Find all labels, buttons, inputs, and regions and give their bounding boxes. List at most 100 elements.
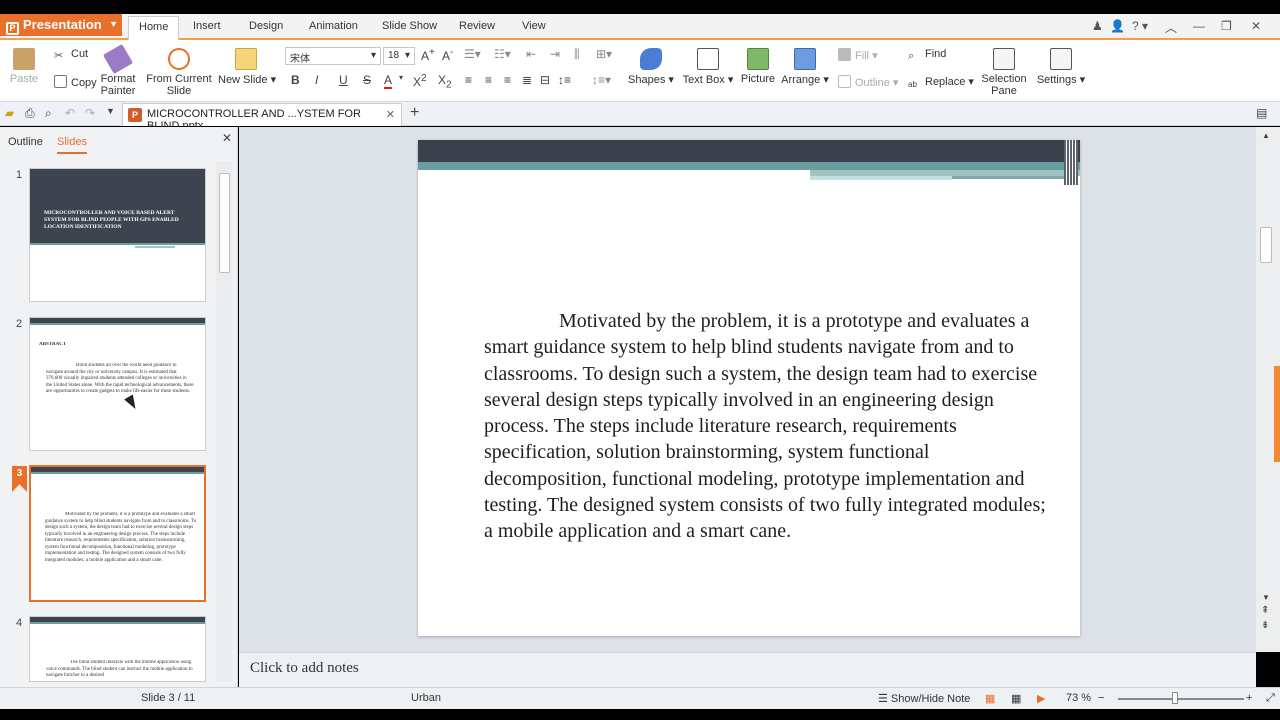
close-tab-icon[interactable]: ✕ bbox=[386, 108, 395, 121]
account-icon[interactable]: 👤 bbox=[1110, 19, 1125, 33]
open-folder-icon[interactable]: ▰ bbox=[5, 106, 14, 120]
tab-view[interactable]: View bbox=[522, 20, 546, 32]
font-size-select[interactable]: 18 ▾ bbox=[383, 47, 415, 65]
scroll-down-icon[interactable]: ▼ bbox=[1262, 593, 1270, 602]
notes-pane[interactable]: Click to add notes bbox=[239, 652, 1256, 687]
tab-slide-show[interactable]: Slide Show bbox=[382, 20, 437, 32]
line-spacing-icon[interactable]: ↕≡ bbox=[558, 73, 571, 87]
zoom-slider-thumb[interactable] bbox=[1172, 692, 1178, 704]
columns-icon[interactable]: ⫼ bbox=[574, 47, 580, 62]
align-center-icon[interactable]: ≡ bbox=[485, 73, 492, 87]
picture-button[interactable]: Picture bbox=[740, 48, 776, 85]
paste-button[interactable]: Paste bbox=[8, 48, 40, 85]
text-direction-icon[interactable]: ⊞▾ bbox=[596, 47, 612, 61]
tab-home[interactable]: Home bbox=[128, 16, 180, 42]
align-right-icon[interactable]: ≡ bbox=[504, 73, 511, 87]
new-slide-label: New Slide bbox=[218, 74, 268, 86]
slide-body-text[interactable]: Motivated by the problem, it is a protot… bbox=[484, 308, 1054, 545]
slide-thumbnail-2[interactable]: ABSTRACT Blind students all over the wor… bbox=[29, 317, 206, 451]
tab-animation[interactable]: Animation bbox=[309, 20, 358, 32]
previous-slide-icon[interactable]: ⇞ bbox=[1261, 605, 1269, 616]
numbering-icon[interactable]: ☷▾ bbox=[494, 47, 511, 61]
slide-sorter-icon[interactable]: ▦ bbox=[1011, 692, 1021, 705]
close-icon[interactable]: ✕ bbox=[1251, 19, 1261, 33]
slide-thumbnail-4[interactable]: The blind student interacts with the mob… bbox=[29, 616, 206, 682]
new-tab-icon[interactable]: + bbox=[410, 104, 419, 122]
fill-button[interactable]: Fill ▾ bbox=[838, 48, 878, 62]
collapse-ribbon-icon[interactable]: ︿ bbox=[1165, 19, 1177, 36]
cut-button[interactable]: ✂ Cut bbox=[54, 48, 88, 62]
tab-outline[interactable]: Outline bbox=[8, 136, 43, 148]
format-painter-button[interactable]: Format Painter bbox=[98, 43, 138, 97]
next-slide-icon[interactable]: ⇟ bbox=[1261, 620, 1269, 631]
slide-header-bar bbox=[418, 140, 1080, 162]
fit-slide-icon[interactable]: ⤢ bbox=[1266, 692, 1275, 705]
minimize-icon[interactable]: — bbox=[1193, 19, 1205, 33]
document-tab[interactable]: P MICROCONTROLLER AND ...YSTEM FOR BLIND… bbox=[122, 103, 402, 132]
help-button[interactable]: ? ▾ bbox=[1132, 19, 1148, 33]
play-slide-icon bbox=[168, 48, 190, 70]
slide-thumbnail-3[interactable]: Motivated by the problem, it is a protot… bbox=[29, 465, 206, 602]
bullets-icon[interactable]: ☰▾ bbox=[464, 47, 481, 61]
side-panel-toggle[interactable] bbox=[1274, 366, 1280, 462]
superscript-icon[interactable]: X2 bbox=[413, 73, 427, 89]
strikethrough-icon[interactable]: S bbox=[363, 73, 371, 87]
shapes-button[interactable]: Shapes ▾ bbox=[628, 48, 674, 86]
shrink-font-icon[interactable]: A- bbox=[442, 47, 453, 63]
zoom-in-icon[interactable]: + bbox=[1246, 692, 1252, 704]
zoom-out-icon[interactable]: − bbox=[1098, 692, 1104, 704]
paragraph-spacing-icon[interactable]: ↕≡▾ bbox=[592, 73, 611, 87]
app-menu-button[interactable]: P Presentation ▼ bbox=[0, 14, 122, 36]
grow-font-icon[interactable]: A+ bbox=[421, 47, 435, 63]
outline-label: Outline bbox=[855, 77, 890, 89]
align-left-icon[interactable]: ≡ bbox=[465, 73, 472, 87]
slide-editor[interactable]: Motivated by the problem, it is a protot… bbox=[418, 140, 1080, 636]
from-current-slide-button[interactable]: From Current Slide bbox=[145, 48, 213, 97]
font-name-select[interactable]: 宋体 ▾ bbox=[285, 47, 381, 65]
tab-review[interactable]: Review bbox=[459, 20, 495, 32]
close-panel-icon[interactable]: ✕ bbox=[222, 131, 232, 145]
distribute-icon[interactable]: ⊟ bbox=[540, 73, 550, 87]
paste-label: Paste bbox=[9, 73, 39, 85]
tab-insert[interactable]: Insert bbox=[193, 20, 221, 32]
replace-icon: ab bbox=[908, 80, 917, 89]
new-slide-button[interactable]: New Slide ▾ bbox=[218, 48, 276, 86]
slideshow-icon[interactable]: ▶ bbox=[1037, 692, 1045, 705]
decrease-indent-icon[interactable]: ⇤ bbox=[526, 47, 536, 61]
justify-icon[interactable]: ≣ bbox=[522, 73, 532, 87]
skin-icon[interactable]: ♟ bbox=[1092, 19, 1103, 33]
normal-view-icon[interactable]: ▦ bbox=[985, 692, 995, 705]
slide-panel-scrollbar[interactable] bbox=[216, 161, 232, 681]
customize-qat-icon[interactable]: ▼ bbox=[106, 106, 115, 116]
scroll-up-icon[interactable]: ▲ bbox=[1262, 131, 1270, 140]
font-color-icon[interactable]: A bbox=[384, 73, 393, 89]
zoom-level[interactable]: 73 % bbox=[1066, 692, 1091, 704]
redo-icon[interactable]: ↷ bbox=[85, 106, 95, 120]
subscript-icon[interactable]: X2 bbox=[438, 73, 452, 90]
text-box-button[interactable]: Text Box ▾ bbox=[682, 48, 734, 86]
zoom-slider[interactable] bbox=[1118, 698, 1244, 700]
arrange-button[interactable]: Arrange ▾ bbox=[781, 48, 829, 86]
chevron-down-icon[interactable]: ▾ bbox=[399, 73, 403, 82]
settings-button[interactable]: Settings ▾ bbox=[1036, 48, 1086, 86]
increase-indent-icon[interactable]: ⇥ bbox=[550, 47, 560, 61]
print-preview-icon[interactable]: ⌕ bbox=[45, 106, 52, 121]
italic-icon[interactable]: I bbox=[315, 73, 318, 87]
print-icon[interactable]: ⎙ bbox=[25, 106, 35, 121]
restore-icon[interactable]: ❐ bbox=[1221, 19, 1232, 33]
tab-list-icon[interactable]: ▤ bbox=[1256, 106, 1267, 120]
copy-button[interactable]: Copy bbox=[54, 75, 97, 89]
selection-pane-button[interactable]: Selection Pane bbox=[980, 48, 1028, 97]
underline-icon[interactable]: U bbox=[339, 73, 348, 87]
slide-thumbnail-1[interactable]: MICROCONTROLLER AND VOICE BASED ALERT SY… bbox=[29, 168, 206, 302]
scrollbar-thumb[interactable] bbox=[219, 173, 230, 273]
scrollbar-thumb[interactable] bbox=[1260, 227, 1272, 263]
show-hide-note-button[interactable]: ☰ Show/Hide Note bbox=[878, 692, 970, 705]
find-button[interactable]: ⌕ Find bbox=[908, 48, 946, 63]
bold-icon[interactable]: B bbox=[291, 73, 300, 87]
outline-button[interactable]: Outline ▾ bbox=[838, 75, 898, 89]
tab-slides[interactable]: Slides bbox=[57, 136, 87, 154]
replace-button[interactable]: ab Replace ▾ bbox=[908, 75, 974, 93]
undo-icon[interactable]: ↶ bbox=[65, 106, 75, 120]
tab-design[interactable]: Design bbox=[249, 20, 283, 32]
